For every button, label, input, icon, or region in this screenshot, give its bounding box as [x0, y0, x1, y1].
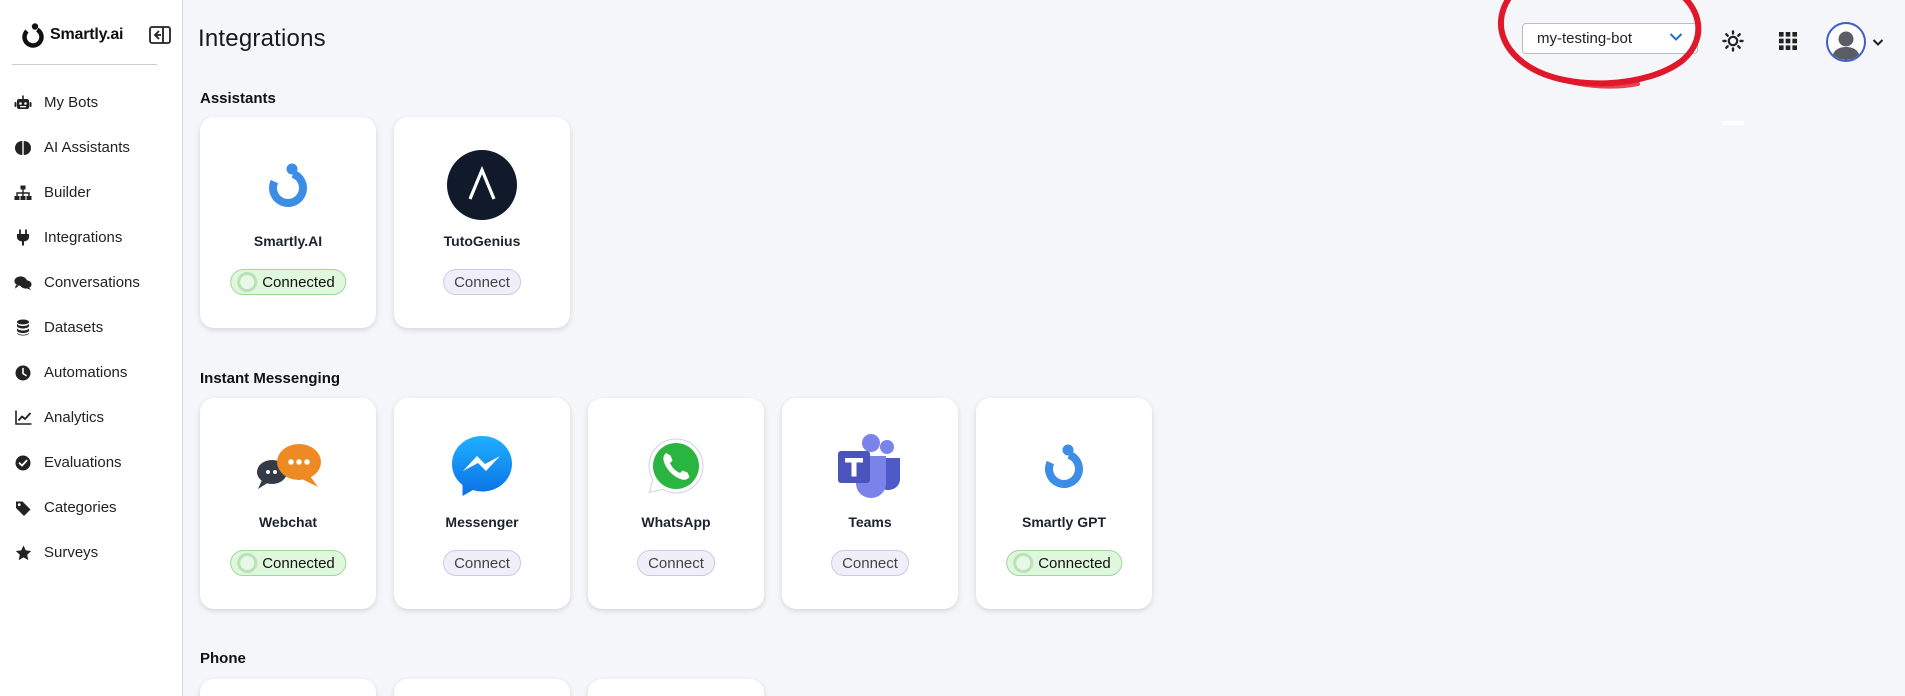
sidebar-item-ai-assistants[interactable]: AI Assistants [0, 125, 182, 170]
sidebar-item-label: Conversations [44, 274, 140, 291]
database-icon [14, 319, 32, 337]
sidebar-item-automations[interactable]: Automations [0, 350, 182, 395]
brain-icon [14, 139, 32, 157]
sidebar-item-label: Integrations [44, 229, 123, 246]
connected-badge[interactable]: Connected [1006, 550, 1122, 576]
sun-icon [1722, 30, 1744, 52]
theme-toggle-button[interactable] [1721, 29, 1745, 53]
integration-card[interactable] [588, 679, 764, 696]
integration-name: Smartly.AI [253, 233, 323, 249]
integration-card-teams[interactable]: Teams Connect [782, 398, 958, 609]
collapse-sidebar-button[interactable] [148, 24, 172, 46]
sitemap-icon [14, 184, 32, 202]
connected-badge[interactable]: Connected [230, 550, 346, 576]
robot-icon [14, 94, 32, 112]
star-icon [14, 544, 32, 562]
status-label: Connected [262, 273, 335, 291]
integration-name: Smartly GPT [1021, 514, 1107, 530]
brand[interactable]: Smartly.ai [20, 22, 124, 48]
avatar [1826, 22, 1866, 62]
phone-cards [200, 679, 764, 696]
integration-name: Webchat [258, 514, 318, 530]
status-label: Connected [262, 554, 335, 572]
clock-icon [14, 364, 32, 382]
webchat-logo-icon [252, 430, 324, 502]
sidebar-item-evaluations[interactable]: Evaluations [0, 440, 182, 485]
toggle-dot-icon [237, 272, 258, 292]
integration-card[interactable] [200, 679, 376, 696]
connect-button[interactable]: Connect [831, 550, 909, 576]
sidebar-item-label: Surveys [44, 544, 99, 561]
user-icon [1832, 31, 1860, 60]
section-title-instant-messenging: Instant Messenging [200, 370, 341, 387]
sidebar-item-label: My Bots [44, 94, 99, 111]
grid-icon [1779, 32, 1797, 50]
chart-line-icon [14, 409, 32, 427]
sidebar-item-label: Datasets [44, 319, 104, 336]
sidebar-item-label: Analytics [44, 409, 105, 426]
user-menu-button[interactable] [1826, 22, 1888, 62]
sidebar-nav: My Bots AI Assistants Builder Integratio… [0, 80, 182, 575]
sidebar-item-label: Builder [44, 184, 91, 201]
sidebar-item-datasets[interactable]: Datasets [0, 305, 182, 350]
sidebar-item-integrations[interactable]: Integrations [0, 215, 182, 260]
connect-button[interactable]: Connect [443, 550, 521, 576]
comments-icon [14, 274, 32, 292]
toggle-dot-icon [1013, 553, 1034, 573]
sidebar-item-label: Evaluations [44, 454, 122, 471]
sidebar-divider [12, 64, 157, 65]
brand-name: Smartly.ai [50, 26, 124, 43]
section-title-phone: Phone [200, 650, 246, 667]
messenger-logo-icon [446, 430, 518, 502]
integration-name: Messenger [445, 514, 519, 530]
connected-badge[interactable]: Connected [230, 269, 346, 295]
bot-selector[interactable]: my-testing-bot [1522, 23, 1698, 54]
check-circle-icon [14, 454, 32, 472]
integration-card-smartly-ai[interactable]: Smartly.AI Connected [200, 117, 376, 328]
integration-name: WhatsApp [641, 514, 711, 530]
sidebar-item-surveys[interactable]: Surveys [0, 530, 182, 575]
whatsapp-logo-icon [640, 430, 712, 502]
connect-button[interactable]: Connect [637, 550, 715, 576]
integration-card-webchat[interactable]: Webchat Connected [200, 398, 376, 609]
teams-logo-icon [834, 430, 906, 502]
plug-icon [14, 229, 32, 247]
sidebar-item-conversations[interactable]: Conversations [0, 260, 182, 305]
sidebar-item-categories[interactable]: Categories [0, 485, 182, 530]
tutogenius-logo-icon [446, 149, 518, 221]
section-title-assistants: Assistants [200, 90, 276, 107]
sidebar-item-builder[interactable]: Builder [0, 170, 182, 215]
connect-button[interactable]: Connect [443, 269, 521, 295]
instant-messenging-cards: Webchat Connected Messenger Connect What… [200, 398, 1152, 609]
integration-card-whatsapp[interactable]: WhatsApp Connect [588, 398, 764, 609]
toggle-dot-icon [237, 553, 258, 573]
integration-card-messenger[interactable]: Messenger Connect [394, 398, 570, 609]
chevron-down-icon [1872, 38, 1884, 46]
integration-card-tutogenius[interactable]: TutoGenius Connect [394, 117, 570, 328]
page-title: Integrations [198, 25, 326, 52]
smartly-logo-icon [252, 149, 324, 221]
sidebar-item-analytics[interactable]: Analytics [0, 395, 182, 440]
sidebar-item-label: Automations [44, 364, 128, 381]
integration-card-smartly-gpt[interactable]: Smartly GPT Connected [976, 398, 1152, 609]
assistants-cards: Smartly.AI Connected TutoGenius Connect [200, 117, 570, 328]
sidebar-item-my-bots[interactable]: My Bots [0, 80, 182, 125]
integration-card[interactable] [394, 679, 570, 696]
chevron-down-icon [1669, 33, 1683, 41]
bot-selector-value: my-testing-bot [1537, 30, 1633, 47]
integration-name: TutoGenius [443, 233, 521, 249]
smartly-logo-icon [1028, 430, 1100, 502]
sidebar-item-label: Categories [44, 499, 117, 516]
tags-icon [14, 499, 32, 517]
apps-menu-button[interactable] [1776, 29, 1800, 53]
sidebar-item-label: AI Assistants [44, 139, 130, 156]
collapse-sidebar-icon [149, 26, 171, 44]
status-label: Connected [1038, 554, 1111, 572]
integration-name: Teams [848, 514, 892, 530]
smartly-logo-icon [22, 23, 44, 48]
divider [1722, 121, 1744, 125]
sidebar: Smartly.ai My Bots AI Assistants Builder [0, 0, 183, 696]
